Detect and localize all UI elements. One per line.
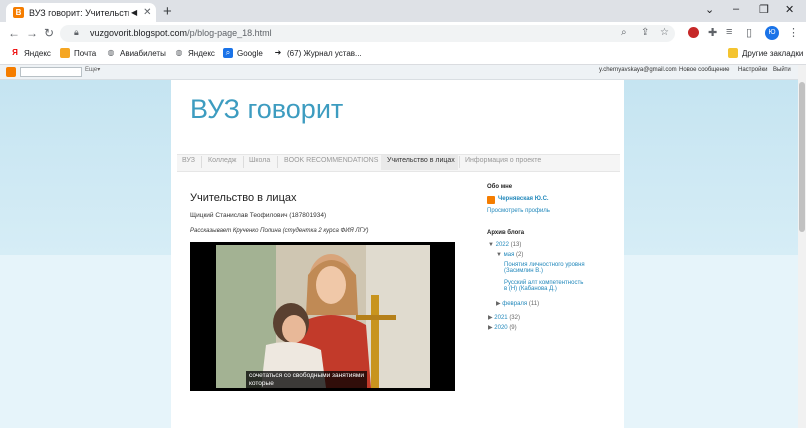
tab-vuz[interactable]: ВУЗ <box>182 157 195 164</box>
tab-school[interactable]: Школа <box>249 157 270 164</box>
lock-icon[interactable]: 🔒︎ <box>74 27 79 38</box>
post-title: Учительство в лицах <box>190 192 297 204</box>
archive-toggle-2021[interactable]: ▶ 2021 (32) <box>488 314 520 321</box>
media-queue-icon[interactable]: ≡ <box>726 26 732 38</box>
close-tab-icon[interactable]: ✕ <box>143 7 151 18</box>
search-icon: ⌕ <box>223 48 233 58</box>
archive-heading: Архив блога <box>487 230 525 236</box>
archive-toggle-may[interactable]: ▼ мая (2) <box>496 252 523 258</box>
logout-link[interactable]: Выйти <box>773 67 791 73</box>
menu-icon[interactable]: ⋮ <box>788 26 799 39</box>
tab-book-recommendations[interactable]: BOOK RECOMMENDATIONS <box>284 157 378 164</box>
tab-separator <box>277 156 278 168</box>
puzzle-icon[interactable]: ✚ <box>708 26 717 39</box>
archive-toggle-2022[interactable]: ▼ 2022 (13) <box>488 242 521 248</box>
blogger-logo-icon[interactable] <box>6 67 16 77</box>
account-email: y.chernyavskaya@gmail.com <box>599 67 677 73</box>
speaker-icon[interactable]: ◀ <box>131 8 137 17</box>
tab-college[interactable]: Колледж <box>208 157 237 164</box>
blogger-favicon-icon: B <box>13 7 24 18</box>
folder-icon <box>728 48 738 58</box>
tab-separator <box>201 156 202 168</box>
tab-separator <box>243 156 244 168</box>
extension-badge-icon[interactable] <box>688 27 699 38</box>
blogger-profile-icon <box>487 196 495 204</box>
restore-button[interactable]: ❐ <box>759 3 769 16</box>
avatar[interactable]: Ю <box>765 26 779 40</box>
more-button[interactable]: Еще▾ <box>85 66 100 73</box>
minimize-button[interactable]: – <box>733 3 739 15</box>
share-icon[interactable]: ⇪ <box>641 27 649 38</box>
bookmark-mail[interactable]: Почта <box>60 48 96 58</box>
tab-separator <box>459 156 460 168</box>
video-caption: сочетаться со свободными занятиями которы… <box>246 371 367 389</box>
bookmark-yandex-2[interactable]: ◍ Яндекс <box>174 48 215 58</box>
tab-project-info[interactable]: Информация о проекте <box>465 157 541 164</box>
video-frame[interactable] <box>216 245 430 388</box>
side-panel-icon[interactable]: ▯ <box>746 26 752 39</box>
archive-toggle-feb[interactable]: ▶ февраля (11) <box>496 300 539 307</box>
scrollbar-thumb[interactable] <box>799 82 805 232</box>
browser-tab[interactable]: B ВУЗ говорит: Учительство в ◀ ✕ <box>6 3 156 22</box>
archive-toggle-2020[interactable]: ▶ 2020 (9) <box>488 324 517 331</box>
back-button[interactable]: ← <box>8 26 20 40</box>
blog-search-input[interactable] <box>20 67 82 77</box>
tab-teaching-faces[interactable]: Учительство в лицах <box>387 157 455 164</box>
author-link[interactable]: Чернявская Ю.С. <box>498 196 549 202</box>
tab-title: ВУЗ говорит: Учительство в <box>29 7 129 18</box>
new-post-link[interactable]: Новое сообщение <box>679 67 730 73</box>
zoom-icon[interactable]: ⌕ <box>621 27 627 38</box>
reload-button[interactable]: ↻ <box>44 26 54 40</box>
blogger-navbar: Еще▾ y.chernyavskaya@gmail.com Новое соо… <box>0 65 806 80</box>
view-profile-link[interactable]: Просмотреть профиль <box>487 208 550 214</box>
globe-icon: ◍ <box>175 48 183 57</box>
video-scene-illustration <box>216 245 430 388</box>
about-heading: Обо мне <box>487 184 513 190</box>
url-text[interactable]: vuzgovorit.blogspot.com/p/blog-page_18.h… <box>90 28 272 38</box>
bookmark-google[interactable]: ⌕ Google <box>223 48 263 58</box>
post-subject: Щицкий Станислав Теофилович (187801934) <box>190 212 327 219</box>
archive-post-1[interactable]: Понятия личностного уровня (Засимлин В.) <box>504 262 586 274</box>
star-icon[interactable]: ☆ <box>660 27 669 38</box>
arrow-icon: ➜ <box>274 48 282 57</box>
other-bookmarks[interactable]: Другие закладки <box>728 48 803 58</box>
mail-icon <box>60 48 70 58</box>
forward-button[interactable]: → <box>26 26 38 40</box>
chevron-down-icon[interactable]: ⌄ <box>705 3 714 16</box>
bookmark-aviabilety[interactable]: ◍ Авиабилеты <box>106 48 166 58</box>
yandex-icon: Я <box>12 48 18 57</box>
bookmark-journal[interactable]: ➜ (67) Журнал устав... <box>273 48 362 58</box>
archive-post-2[interactable]: Русский алт компетентность в (Н) (Кабано… <box>504 280 586 292</box>
new-tab-button[interactable]: + <box>163 3 172 20</box>
blog-title[interactable]: ВУЗ говорит <box>190 94 343 125</box>
close-window-button[interactable]: ✕ <box>785 3 794 16</box>
post-narrator: Рассказывает Крученко Полина (студентка … <box>190 228 369 234</box>
settings-link[interactable]: Настройки <box>738 67 767 73</box>
globe-icon: ◍ <box>107 48 115 57</box>
bookmark-yandex[interactable]: Я Яндекс <box>10 48 51 58</box>
